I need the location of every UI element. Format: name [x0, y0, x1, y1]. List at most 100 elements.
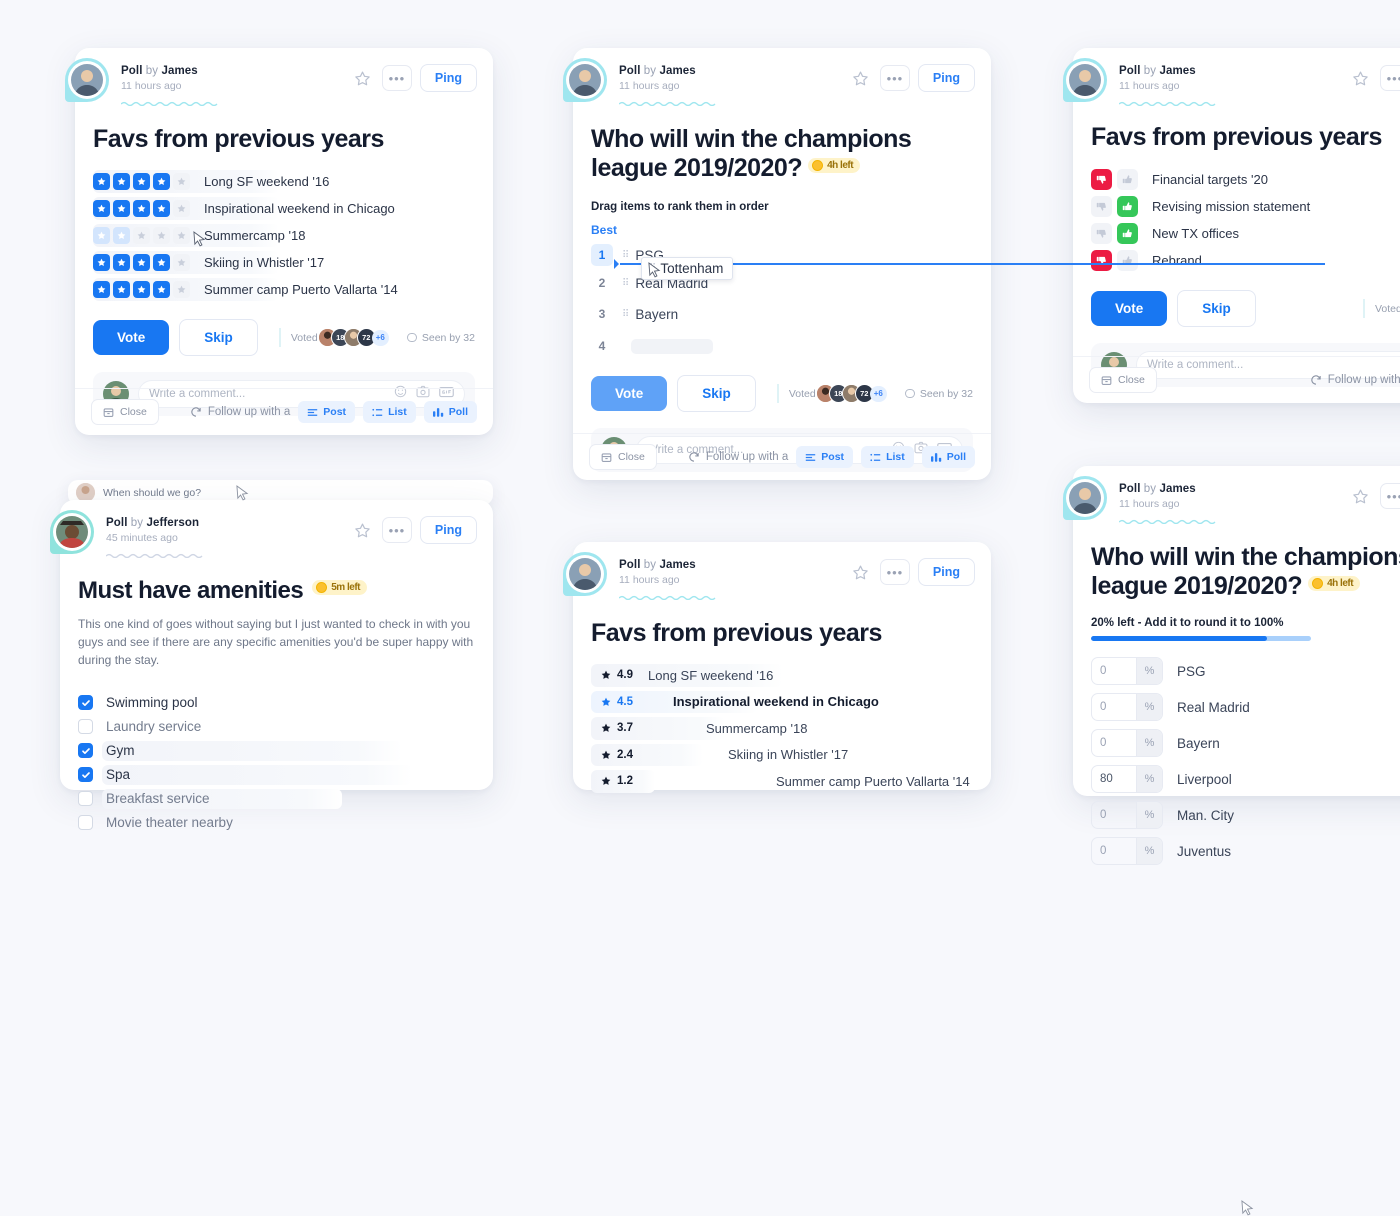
voter-avatar-stack[interactable]: 18 72 +6	[815, 384, 887, 403]
vote-button[interactable]: Vote	[93, 320, 170, 355]
star-icon[interactable]	[113, 281, 130, 298]
star-icon[interactable]	[153, 227, 170, 244]
thumbs-up-icon[interactable]	[1117, 250, 1138, 271]
author-avatar[interactable]	[563, 552, 609, 598]
chip-post[interactable]: Post	[298, 401, 356, 423]
star-icon[interactable]	[113, 173, 130, 190]
star-icon[interactable]	[173, 227, 190, 244]
star-icon[interactable]	[153, 254, 170, 271]
percent-row[interactable]: 0% Bayern	[1091, 729, 1400, 757]
percent-input[interactable]: 0%	[1091, 801, 1163, 829]
star-icon[interactable]	[173, 254, 190, 271]
percent-input[interactable]: 0%	[1091, 729, 1163, 757]
star-icon[interactable]	[153, 173, 170, 190]
more-options-button[interactable]: •••	[381, 517, 412, 543]
star-rating-row[interactable]: Long SF weekend '16	[93, 168, 475, 195]
author-avatar[interactable]	[65, 58, 111, 104]
percent-input[interactable]: 0%	[1091, 837, 1163, 865]
star-rating-row[interactable]: Summer camp Puerto Vallarta '14	[93, 276, 475, 303]
dragging-item[interactable]: ⠿ Tottenham	[641, 257, 734, 280]
star-icon[interactable]	[133, 173, 150, 190]
numeric-rating-row[interactable]: 3.7 Summercamp '18	[591, 715, 973, 742]
amenity-row[interactable]: Gym	[78, 739, 475, 763]
checkbox[interactable]	[78, 743, 93, 759]
thumbs-down-icon[interactable]	[1091, 169, 1112, 190]
star-icon[interactable]	[113, 254, 130, 271]
amenity-row[interactable]: Swimming pool	[78, 691, 475, 715]
ping-button[interactable]: Ping	[917, 64, 975, 92]
thumbs-up-icon[interactable]	[1117, 223, 1138, 244]
star-group[interactable]	[93, 200, 190, 217]
skip-button[interactable]: Skip	[677, 375, 756, 412]
score-pill[interactable]: 4.9	[591, 662, 643, 688]
star-icon[interactable]	[93, 200, 110, 217]
grip-icon[interactable]: ⠿	[622, 309, 629, 320]
vote-button[interactable]: Vote	[1091, 291, 1168, 326]
checkbox[interactable]	[78, 767, 93, 783]
vote-button[interactable]: Vote	[591, 376, 668, 411]
star-icon[interactable]	[113, 227, 130, 244]
chip-list[interactable]: List	[861, 446, 914, 468]
score-pill[interactable]: 2.4	[591, 742, 643, 768]
star-icon[interactable]	[133, 281, 150, 298]
score-pill[interactable]: 3.7	[591, 715, 643, 741]
favorite-star-icon[interactable]	[1349, 67, 1372, 89]
skip-button[interactable]: Skip	[1177, 290, 1256, 327]
chip-poll[interactable]: Poll	[423, 401, 477, 423]
percent-row[interactable]: 0% Man. City	[1091, 801, 1400, 829]
grip-icon[interactable]: ⠿	[622, 278, 629, 289]
amenity-row[interactable]: Spa	[78, 763, 475, 787]
star-group[interactable]	[93, 281, 190, 298]
ping-button[interactable]: Ping	[419, 516, 477, 544]
star-icon[interactable]	[93, 281, 110, 298]
amenity-row[interactable]: Laundry service	[78, 715, 475, 739]
thumbs-row[interactable]: New TX offices	[1091, 220, 1400, 247]
thumbs-down-icon[interactable]	[1091, 250, 1112, 271]
favorite-star-icon[interactable]	[849, 561, 872, 583]
percent-row[interactable]: 80% Liverpool	[1091, 765, 1400, 793]
more-options-button[interactable]: •••	[879, 559, 910, 585]
author-avatar[interactable]	[1063, 58, 1109, 104]
more-options-button[interactable]: •••	[879, 65, 910, 91]
star-icon[interactable]	[113, 200, 130, 217]
more-options-button[interactable]: •••	[381, 65, 412, 91]
ping-button[interactable]: Ping	[917, 558, 975, 586]
more-options-button[interactable]: •••	[1379, 483, 1400, 509]
star-group[interactable]	[93, 173, 190, 190]
thumbs-up-icon[interactable]	[1117, 196, 1138, 217]
star-rating-row[interactable]: Inspirational weekend in Chicago	[93, 195, 475, 222]
checkbox[interactable]	[78, 791, 93, 807]
rank-row[interactable]: 3 ⠿ Bayern	[591, 297, 973, 331]
more-options-button[interactable]: •••	[1379, 65, 1400, 91]
thumbs-down-icon[interactable]	[1091, 223, 1112, 244]
star-icon[interactable]	[173, 200, 190, 217]
star-icon[interactable]	[133, 227, 150, 244]
voter-avatar-stack[interactable]: 18 72 +6	[317, 328, 389, 347]
skip-button[interactable]: Skip	[179, 319, 258, 356]
empty-rank-slot[interactable]	[631, 338, 713, 354]
percent-row[interactable]: 0% PSG	[1091, 657, 1400, 685]
thumbs-down-icon[interactable]	[1091, 196, 1112, 217]
numeric-rating-row[interactable]: 4.9 Long SF weekend '16	[591, 662, 973, 689]
star-group[interactable]	[93, 254, 190, 271]
percent-row[interactable]: 0% Real Madrid	[1091, 693, 1400, 721]
checkbox[interactable]	[78, 719, 93, 735]
star-icon[interactable]	[133, 254, 150, 271]
author-avatar[interactable]	[1063, 476, 1109, 522]
numeric-rating-row[interactable]: 4.5 Inspirational weekend in Chicago	[591, 689, 973, 716]
percent-input[interactable]: 0%	[1091, 657, 1163, 685]
star-icon[interactable]	[153, 281, 170, 298]
star-rating-row[interactable]: Summercamp '18	[93, 222, 475, 249]
star-icon[interactable]	[93, 227, 110, 244]
star-icon[interactable]	[173, 281, 190, 298]
favorite-star-icon[interactable]	[1349, 485, 1372, 507]
favorite-star-icon[interactable]	[351, 67, 374, 89]
percent-input[interactable]: 0%	[1091, 693, 1163, 721]
star-icon[interactable]	[93, 254, 110, 271]
score-pill[interactable]: 1.2	[591, 768, 643, 794]
star-icon[interactable]	[173, 173, 190, 190]
numeric-rating-row[interactable]: 2.4 Skiing in Whistler '17	[591, 742, 973, 769]
checkbox[interactable]	[78, 815, 93, 831]
ping-button[interactable]: Ping	[419, 64, 477, 92]
favorite-star-icon[interactable]	[351, 519, 374, 541]
